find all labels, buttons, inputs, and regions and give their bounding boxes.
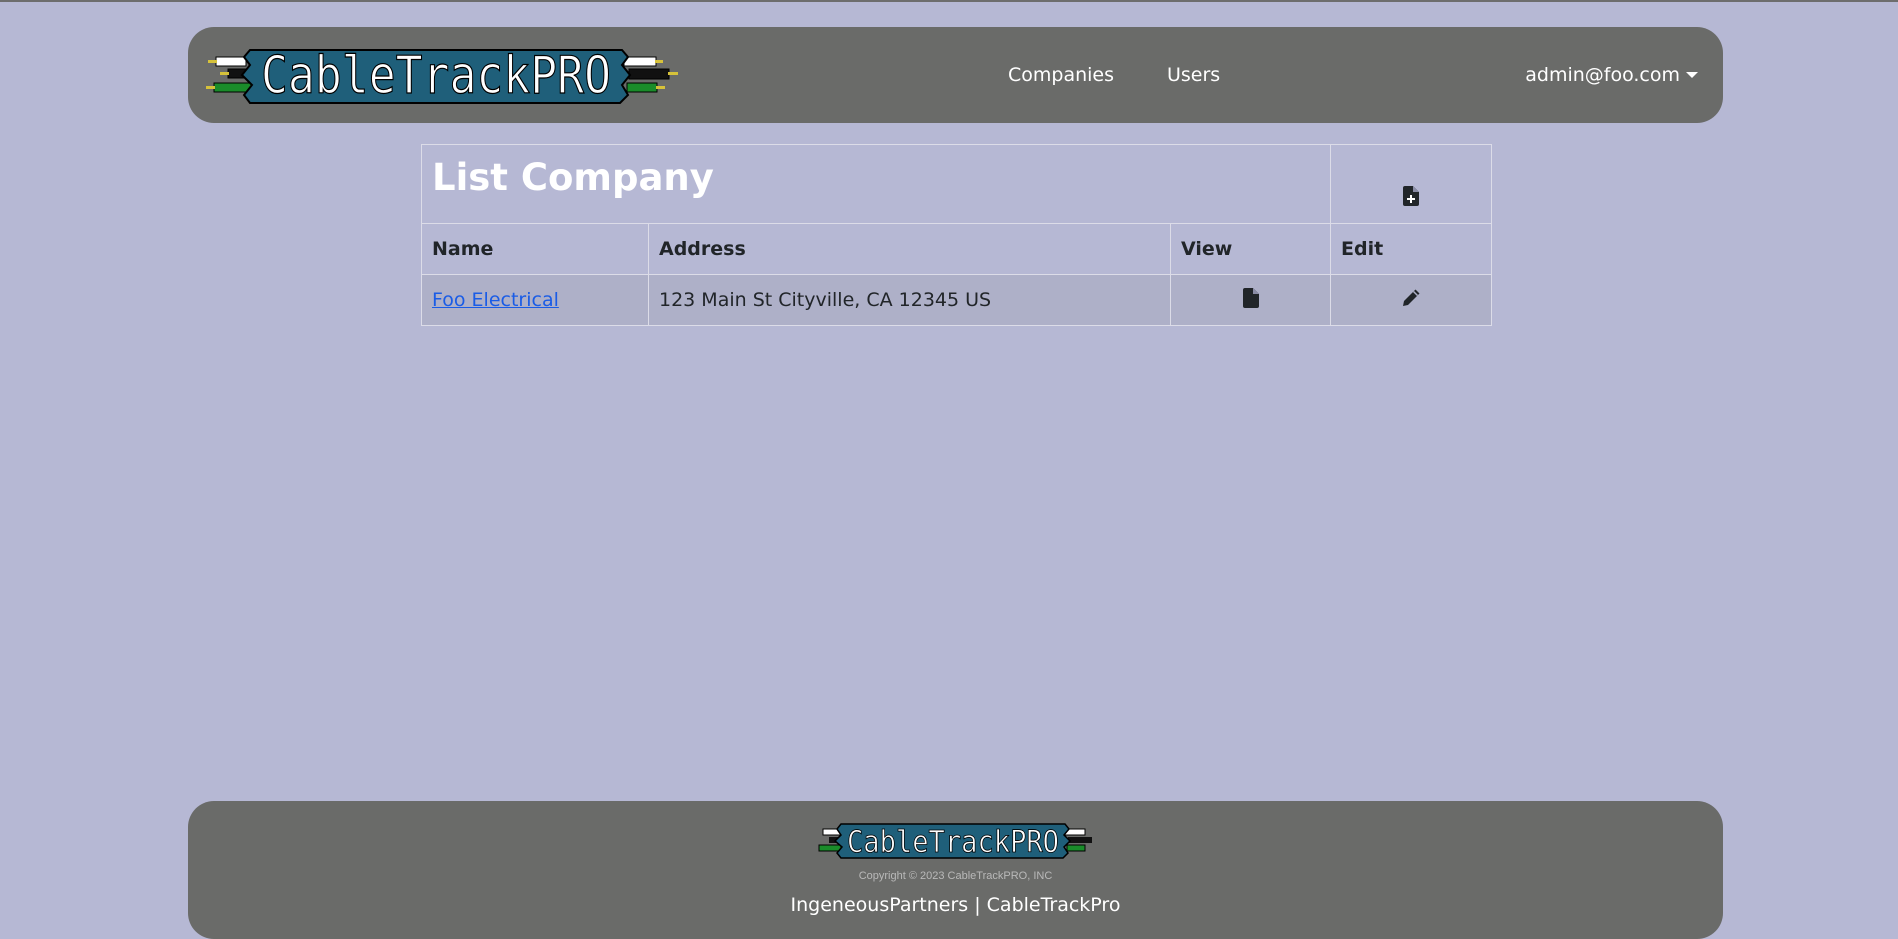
header-name: Name [421,223,649,275]
header-edit: Edit [1330,223,1493,275]
user-dropdown[interactable]: admin@foo.com [1525,63,1698,87]
copyright-text: Copyright © 2023 CableTrackPRO, INC [858,870,1053,882]
company-link[interactable]: Foo Electrical [432,289,559,311]
page-title: List Company [432,156,714,199]
company-table: List Company Name Address View Edit Foo … [420,144,1493,326]
file-icon[interactable] [1242,287,1259,313]
user-email: admin@foo.com [1525,64,1680,86]
cell-address: 123 Main St Cityville, CA 12345 US [648,274,1171,326]
header-address: Address [648,223,1171,275]
pencil-icon[interactable] [1401,288,1421,313]
table-row: Foo Electrical 123 Main St Cityville, CA… [421,274,1493,326]
title-cell: List Company [420,144,1332,224]
footer-logo-text: CableTrackPRO [847,825,1059,859]
nav-companies[interactable]: Companies [1008,63,1114,87]
chevron-down-icon [1686,72,1698,78]
top-border [0,0,1898,2]
navbar: CableTrackPRO Companies Users admin@foo.… [188,27,1723,123]
file-plus-icon[interactable] [1403,185,1420,211]
footer-links: IngeneousPartners | CableTrackPro [790,894,1121,916]
footer-logo: CableTrackPRO [813,823,1103,860]
brand-logo[interactable]: CableTrackPRO [204,47,684,107]
cell-edit [1330,274,1493,326]
footer: CableTrackPRO Copyright © 2023 CableTrac… [188,801,1723,939]
cell-view [1169,274,1332,326]
new-cell [1330,144,1493,224]
cell-name: Foo Electrical [421,274,649,326]
header-view: View [1169,223,1332,275]
nav-users[interactable]: Users [1167,63,1220,87]
logo-text: CableTrackPRO [261,47,611,106]
